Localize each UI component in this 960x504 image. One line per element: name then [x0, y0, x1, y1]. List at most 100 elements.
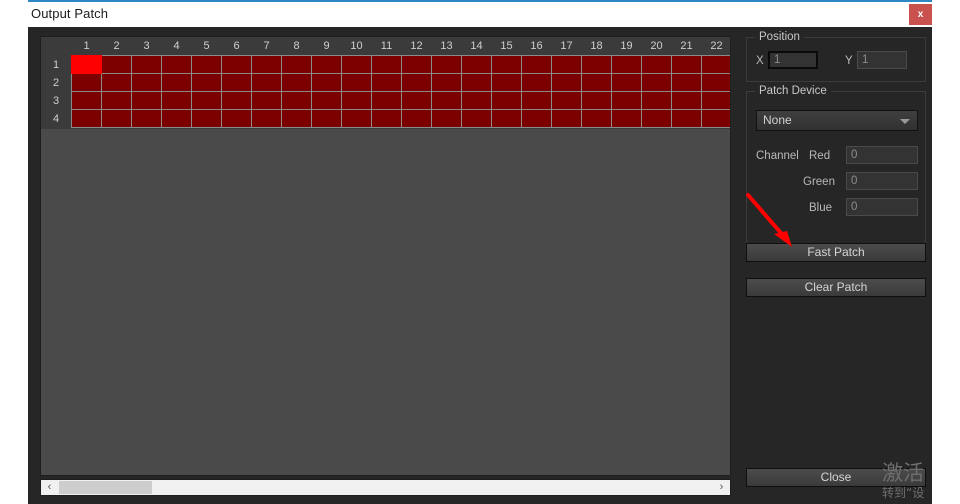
- grid-cell[interactable]: [431, 109, 462, 128]
- grid-cell[interactable]: [611, 91, 642, 110]
- grid-cell[interactable]: [281, 73, 312, 92]
- grid-cell[interactable]: [281, 91, 312, 110]
- grid-cell[interactable]: [161, 55, 192, 74]
- grid-cell[interactable]: [401, 91, 432, 110]
- grid-cell-selected[interactable]: [71, 55, 102, 74]
- grid-cell[interactable]: [371, 73, 402, 92]
- grid-cell[interactable]: [341, 109, 372, 128]
- grid-cell[interactable]: [551, 109, 582, 128]
- grid-cell[interactable]: [401, 73, 432, 92]
- grid-cell[interactable]: [191, 109, 222, 128]
- grid-cell[interactable]: [641, 91, 672, 110]
- close-button[interactable]: Close: [746, 468, 926, 487]
- grid-cell[interactable]: [701, 109, 730, 128]
- grid-cell[interactable]: [341, 55, 372, 74]
- grid-cell[interactable]: [131, 91, 162, 110]
- grid-cell[interactable]: [491, 73, 522, 92]
- grid-cell[interactable]: [191, 73, 222, 92]
- grid-cell[interactable]: [521, 91, 552, 110]
- grid-cell[interactable]: [611, 55, 642, 74]
- grid-cell[interactable]: [491, 109, 522, 128]
- grid-cell[interactable]: [191, 91, 222, 110]
- grid-cell[interactable]: [221, 91, 252, 110]
- grid-cell[interactable]: [191, 55, 222, 74]
- grid-cell[interactable]: [701, 73, 730, 92]
- grid-cell[interactable]: [311, 91, 342, 110]
- grid-cell[interactable]: [401, 109, 432, 128]
- grid-cell[interactable]: [461, 109, 492, 128]
- position-y-input[interactable]: [857, 51, 907, 69]
- grid-cell[interactable]: [401, 55, 432, 74]
- grid-cell[interactable]: [161, 109, 192, 128]
- grid-cell[interactable]: [221, 55, 252, 74]
- patch-canvas[interactable]: 1 2 3 4 5 6 7 8 9 10 11 12 13 14 15 16 17 18 19 20 21 22 1234: [40, 36, 731, 476]
- scroll-left-arrow-icon[interactable]: ‹: [41, 480, 58, 495]
- grid-cell[interactable]: [101, 55, 132, 74]
- grid-cell[interactable]: [491, 91, 522, 110]
- grid-cell[interactable]: [371, 55, 402, 74]
- grid-cell[interactable]: [641, 109, 672, 128]
- position-x-input[interactable]: [768, 51, 818, 69]
- grid-cell[interactable]: [101, 109, 132, 128]
- grid-cell[interactable]: [611, 109, 642, 128]
- grid-cell[interactable]: [521, 73, 552, 92]
- grid-cell[interactable]: [101, 91, 132, 110]
- grid-cell[interactable]: [551, 73, 582, 92]
- grid-cell[interactable]: [701, 91, 730, 110]
- grid-cell[interactable]: [491, 55, 522, 74]
- horizontal-scrollbar[interactable]: ‹ ›: [40, 479, 731, 496]
- grid-cell[interactable]: [71, 73, 102, 92]
- grid-cell[interactable]: [371, 91, 402, 110]
- grid-cell[interactable]: [161, 91, 192, 110]
- grid-cell[interactable]: [641, 55, 672, 74]
- grid-cell[interactable]: [581, 55, 612, 74]
- grid-cell[interactable]: [671, 109, 702, 128]
- grid-cell[interactable]: [581, 91, 612, 110]
- grid-cell[interactable]: [461, 55, 492, 74]
- grid-cell[interactable]: [521, 55, 552, 74]
- grid-cell[interactable]: [551, 55, 582, 74]
- grid-cell[interactable]: [431, 91, 462, 110]
- grid-cell[interactable]: [551, 91, 582, 110]
- grid-cell[interactable]: [281, 55, 312, 74]
- patch-grid[interactable]: 1 2 3 4 5 6 7 8 9 10 11 12 13 14 15 16 17 18 19 20 21 22 1234: [41, 37, 730, 128]
- grid-cell[interactable]: [341, 91, 372, 110]
- grid-cell[interactable]: [311, 109, 342, 128]
- grid-cell[interactable]: [131, 109, 162, 128]
- grid-cell[interactable]: [161, 73, 192, 92]
- channel-green-input[interactable]: [846, 172, 918, 190]
- grid-cell[interactable]: [311, 73, 342, 92]
- grid-cell[interactable]: [701, 55, 730, 74]
- grid-cell[interactable]: [341, 73, 372, 92]
- grid-cell[interactable]: [581, 73, 612, 92]
- grid-cell[interactable]: [371, 109, 402, 128]
- grid-cell[interactable]: [641, 73, 672, 92]
- grid-cell[interactable]: [71, 91, 102, 110]
- grid-cell[interactable]: [251, 73, 282, 92]
- grid-cell[interactable]: [311, 55, 342, 74]
- grid-cell[interactable]: [221, 109, 252, 128]
- grid-cell[interactable]: [431, 55, 462, 74]
- patch-device-dropdown[interactable]: None: [756, 110, 918, 131]
- grid-cell[interactable]: [221, 73, 252, 92]
- grid-cell[interactable]: [611, 73, 642, 92]
- scroll-right-arrow-icon[interactable]: ›: [713, 480, 730, 495]
- grid-cell[interactable]: [461, 91, 492, 110]
- grid-cell[interactable]: [131, 55, 162, 74]
- grid-cell[interactable]: [671, 73, 702, 92]
- clear-patch-button[interactable]: Clear Patch: [746, 278, 926, 297]
- grid-cell[interactable]: [251, 91, 282, 110]
- channel-red-input[interactable]: [846, 146, 918, 164]
- grid-cell[interactable]: [251, 55, 282, 74]
- grid-cell[interactable]: [101, 73, 132, 92]
- grid-cell[interactable]: [581, 109, 612, 128]
- grid-cell[interactable]: [431, 73, 462, 92]
- close-icon[interactable]: x: [909, 4, 932, 25]
- grid-cell[interactable]: [521, 109, 552, 128]
- channel-blue-input[interactable]: [846, 198, 918, 216]
- grid-cell[interactable]: [671, 91, 702, 110]
- scrollbar-thumb[interactable]: [59, 481, 152, 494]
- fast-patch-button[interactable]: Fast Patch: [746, 243, 926, 262]
- grid-cell[interactable]: [461, 73, 492, 92]
- grid-cell[interactable]: [251, 109, 282, 128]
